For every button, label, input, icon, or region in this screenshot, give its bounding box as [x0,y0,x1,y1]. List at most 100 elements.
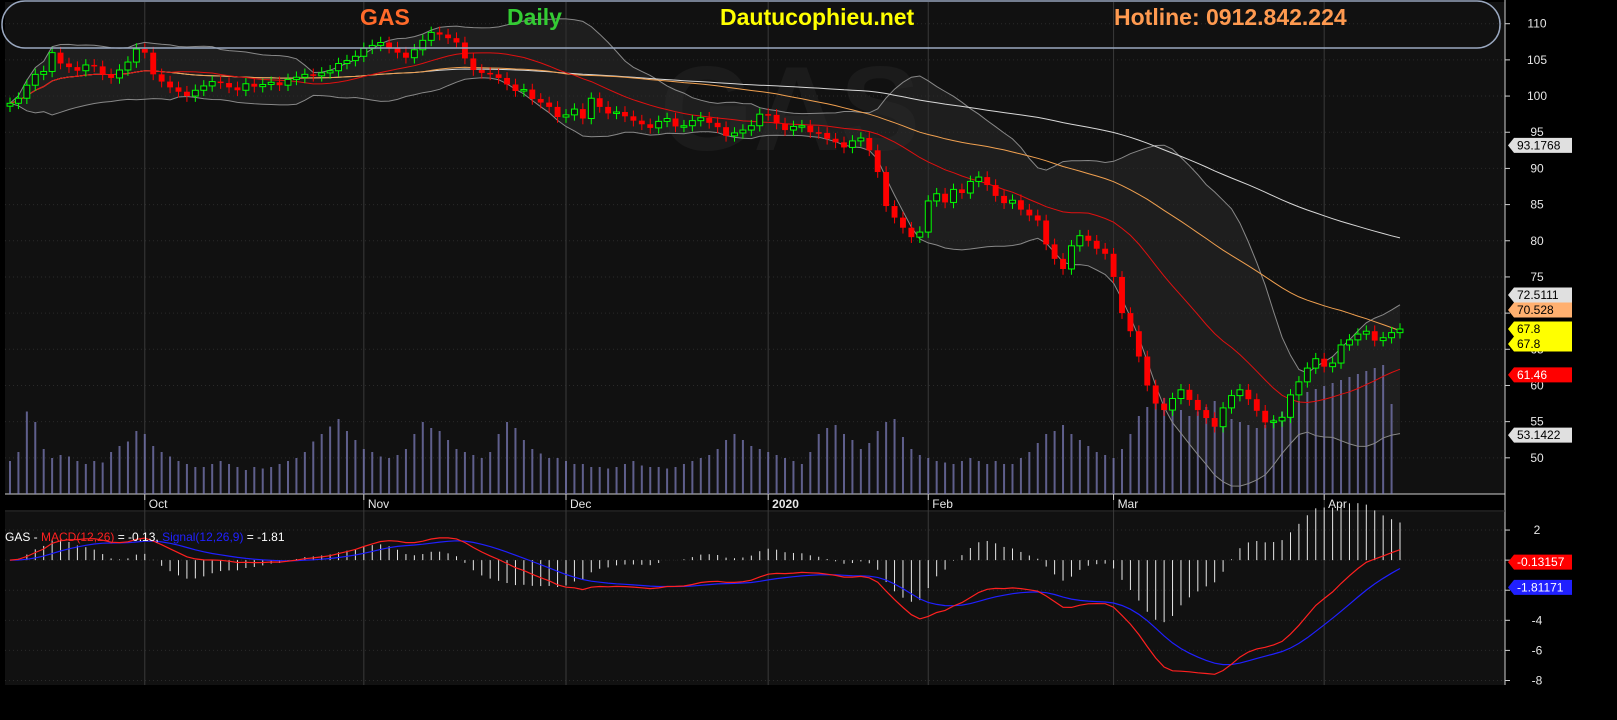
candle-body-up [570,108,578,116]
candle-body-down [461,42,468,59]
month-tick-label: Nov [368,497,389,511]
candle-body-up [587,97,595,119]
candle-body-down [841,142,847,148]
candle-body-up [318,72,326,77]
candle-body-up [82,64,90,72]
candle-body-up [116,69,123,79]
month-tick-label: Oct [149,497,168,511]
candle-body-up [848,140,856,148]
candle-body-down [1043,220,1050,245]
price-tick-label: 95 [1530,125,1544,139]
price-value-tag: 67.8 [1517,337,1541,351]
month-tick-label: Apr [1328,497,1347,511]
candle-body-up [562,114,570,118]
macd-legend-signal-value: = -1.81 [243,530,285,544]
candle-body-down [487,72,494,75]
candle-body-up [747,125,755,131]
macd-tick-label: 2 [1534,523,1541,537]
candle-body-down [984,177,991,186]
candle-body-up [731,132,738,137]
candle-body-up [48,52,56,72]
candle-body-down [605,106,612,114]
candle-body-down [638,120,645,125]
candle-body-down [824,132,831,139]
candle-body-up [857,137,865,142]
candle-body-down [815,132,822,134]
candle-body-down [900,217,906,228]
candle-body-down [773,114,780,124]
candle-body-up [1312,358,1320,369]
candle-body-up [124,61,132,71]
candle-body-up [1329,362,1337,368]
candle-body-down [1110,253,1117,277]
candle-body-up [343,60,351,64]
candle-body-up [790,125,797,131]
candle-body-up [1396,328,1404,334]
price-value-tag: 53.1422 [1517,428,1561,442]
candle-body-up [1076,235,1084,247]
price-value-tag: 61.46 [1517,368,1547,382]
candle-body-up [132,48,140,63]
candle-body-up [326,70,334,74]
macd-legend-macd-label: MACD(12,26) [41,530,115,544]
macd-legend-symbol: GAS [5,530,31,544]
candle-body-up [1177,389,1185,399]
candle-body-down [908,227,915,238]
candle-body-down [1186,389,1193,400]
candle-body-down [765,114,772,116]
candle-body-up [798,125,806,128]
candle-body-down [958,189,965,194]
candle-body-up [360,47,368,57]
candle-body-down [1034,215,1041,221]
candle-body-down [1211,418,1218,427]
candle-body-down [478,70,485,73]
candle-body-up [975,176,983,182]
candle-body-down [782,123,788,131]
candle-body-down [217,81,224,84]
month-tick-label: Dec [570,497,591,511]
candle-body-up [1337,344,1345,364]
candle-body-up [351,55,359,62]
candle-body-down [832,138,839,143]
candle-body-down [141,49,148,53]
candle-body-up [1270,420,1278,423]
candle-body-down [1119,276,1125,314]
candle-body-down [504,77,510,85]
macd-value-tag: -1.81171 [1517,580,1564,594]
price-value-tag: 72.5111 [1517,288,1559,302]
candle-body-down [1194,399,1201,411]
candle-body-up [924,200,932,233]
candle-body-up [1362,330,1370,335]
candle-body-down [99,66,106,75]
macd-legend: GAS - MACD(12,26) = -0.13, Signal(12,26,… [5,530,285,544]
macd-legend-dash: - [30,530,42,544]
candle-body-down [596,98,603,107]
candle-body-up [1346,339,1353,346]
candle-body-down [1321,358,1328,367]
stock-chart: GAS5055606570758085909510010511020-2-4-6… [0,0,1617,720]
price-value-tag: 93.1768 [1517,138,1561,152]
candle-body-down [276,82,283,86]
candle-body-up [1379,337,1387,342]
candle-body-down [579,109,586,119]
candle-body-up [1219,407,1227,428]
macd-legend-macd-value: = -0.13, [114,530,163,544]
macd-tick-label: -8 [1532,673,1543,687]
candle-body-down [108,74,115,78]
candle-body-up [1287,394,1294,418]
candle-body-down [445,34,452,39]
macd-legend-signal-label: Signal(12,26,9) [162,530,244,544]
candle-body-up [1388,332,1396,339]
candle-body-down [1051,244,1058,259]
candle-body-up [613,111,620,114]
candle-body-down [512,84,519,91]
candle-body-up [31,73,39,86]
candle-body-down [1161,403,1168,411]
candle-body-down [714,122,721,128]
candle-body-up [1354,333,1362,341]
price-tick-label: 110 [1527,17,1546,31]
candle-body-down [1135,331,1142,357]
candle-body-up [377,42,385,46]
candle-body-down [647,124,654,128]
candle-body-down [386,42,393,48]
